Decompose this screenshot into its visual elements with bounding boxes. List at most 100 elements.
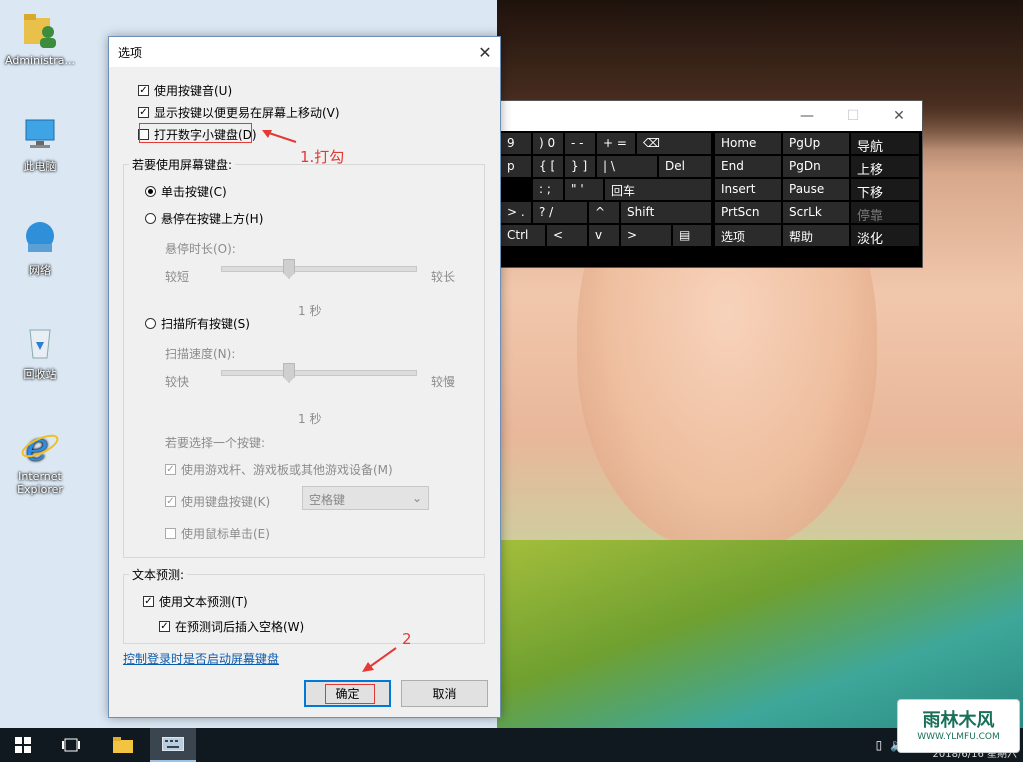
fast-label: 较快 [165, 375, 190, 389]
dialog-title-bar: 选项 ✕ [109, 37, 500, 67]
click-keys-radio[interactable]: 单击按键(C) [145, 183, 227, 200]
radio-label: 扫描所有按键(S) [161, 317, 250, 331]
desktop-icon-label: Administra... [5, 54, 75, 67]
short-label: 较短 [165, 270, 190, 284]
desktop-icon-this-pc[interactable]: 此电脑 [2, 114, 78, 174]
gamepad-checkbox: ✓ 使用游戏杆、游戏板或其他游戏设备(M) [165, 461, 393, 478]
options-key[interactable]: 选项 [715, 225, 781, 246]
annotation-step1: 1.打勾 [300, 148, 345, 166]
scan-speed-label: 扫描速度(N): [165, 347, 236, 361]
osk-key[interactable]: " ' [565, 179, 603, 200]
desktop-icon-network[interactable]: 网络 [2, 218, 78, 278]
keyboard-key-checkbox: ✓ 使用键盘按键(K) [165, 493, 270, 510]
pause-key[interactable]: Pause [783, 179, 849, 200]
hover-value: 1 秒 [298, 304, 322, 318]
pgup-key[interactable]: PgUp [783, 133, 849, 154]
osk-key[interactable]: p [501, 156, 531, 177]
cancel-button[interactable]: 取消 [401, 680, 488, 707]
osk-key[interactable]: > . [501, 202, 531, 223]
scrlk-key[interactable]: ScrLk [783, 202, 849, 223]
group-label: 文本预测: [129, 566, 188, 583]
annotation-step2: 2 [402, 630, 412, 648]
scan-value: 1 秒 [298, 412, 322, 426]
watermark-logo: 雨林木风 WWW.YLMFU.COM [897, 699, 1020, 753]
select-key-label: 若要选择一个按键: [165, 436, 266, 450]
keyboard-icon [162, 737, 184, 751]
radio-selected-icon [145, 186, 156, 197]
osk-taskbar-button[interactable] [150, 728, 196, 762]
delete-key[interactable]: Del [659, 156, 711, 177]
osk-key[interactable]: 9 [501, 133, 531, 154]
close-icon[interactable]: ✕ [470, 37, 500, 67]
use-key-sound-checkbox[interactable]: ✓ 使用按键音(U) [138, 82, 232, 99]
osk-key[interactable]: - - [565, 133, 595, 154]
select-value: 空格键 [309, 493, 346, 507]
long-label: 较长 [431, 270, 456, 284]
radio-label: 悬停在按键上方(H) [161, 212, 264, 226]
osk-key[interactable]: + = [597, 133, 635, 154]
checkbox-checked-icon: ✓ [138, 106, 149, 118]
osk-key[interactable]: : ; [533, 179, 563, 200]
shift-key[interactable]: Shift [621, 202, 711, 223]
backspace-key[interactable]: ⌫ [637, 133, 711, 154]
dialog-title: 选项 [118, 46, 143, 60]
checkbox-checked-icon: ✓ [143, 595, 154, 607]
scan-keys-radio[interactable]: 扫描所有按键(S) [145, 315, 250, 332]
minimize-button[interactable]: — [784, 101, 830, 131]
desktop-icon-recycle-bin[interactable]: 回收站 [2, 322, 78, 382]
usb-icon[interactable]: ▯ [876, 738, 883, 752]
home-key[interactable]: Home [715, 133, 781, 154]
checkbox-checked-icon: ✓ [165, 463, 176, 475]
desktop-icon-internet-explorer[interactable]: e Internet Explorer [2, 425, 78, 496]
osk-key[interactable]: ) 0 [533, 133, 563, 154]
maximize-button: ☐ [846, 108, 860, 124]
file-explorer-button[interactable] [100, 728, 146, 762]
insert-key[interactable]: Insert [715, 179, 781, 200]
left-arrow-key[interactable]: < [547, 225, 587, 246]
task-view-button[interactable] [48, 728, 94, 762]
keyboard-key-select: 空格键 ⌄ [302, 486, 429, 510]
move-down-key[interactable]: 下移 [851, 179, 919, 201]
startup-settings-link[interactable]: 控制登录时是否启动屏幕键盘 [123, 650, 279, 667]
checkbox-label: 显示按键以便更易在屏幕上移动(V) [154, 106, 340, 120]
osk-key[interactable]: | \ [597, 156, 657, 177]
recycle-bin-icon [20, 322, 60, 362]
up-arrow-key[interactable]: ^ [589, 202, 619, 223]
enter-key[interactable]: 回车 [605, 179, 711, 200]
internet-explorer-icon: e [20, 425, 60, 469]
group-label: 若要使用屏幕键盘: [129, 156, 236, 173]
osk-key[interactable]: { [ [533, 156, 563, 177]
ctrl-key[interactable]: Ctrl [501, 225, 545, 246]
scan-speed-slider [221, 370, 417, 376]
right-arrow-key[interactable]: > [621, 225, 671, 246]
checkbox-checked-icon: ✓ [159, 620, 170, 632]
osk-key[interactable]: ? / [533, 202, 587, 223]
prtscn-key[interactable]: PrtScn [715, 202, 781, 223]
checkbox-unchecked-icon [165, 528, 176, 539]
options-dialog: 选项 ✕ ✓ 使用按键音(U) ✓ 显示按键以便更易在屏幕上移动(V) 打开数字… [108, 36, 501, 718]
down-arrow-key[interactable]: v [589, 225, 619, 246]
use-text-prediction-checkbox[interactable]: ✓ 使用文本预测(T) [143, 593, 248, 610]
this-pc-icon [20, 114, 60, 154]
nav-key[interactable]: 导航 [851, 133, 919, 155]
desktop-icon-administrator[interactable]: Administra... [2, 10, 78, 67]
move-up-key[interactable]: 上移 [851, 156, 919, 178]
checkbox-label: 使用按键音(U) [154, 84, 233, 98]
menu-key[interactable]: ▤ [673, 225, 711, 246]
show-keys-checkbox[interactable]: ✓ 显示按键以便更易在屏幕上移动(V) [138, 104, 340, 121]
radio-label: 单击按键(C) [161, 185, 227, 199]
insert-space-checkbox[interactable]: ✓ 在预测词后插入空格(W) [159, 618, 304, 635]
help-key[interactable]: 帮助 [783, 225, 849, 246]
close-icon[interactable]: ✕ [876, 101, 922, 131]
network-icon [20, 218, 60, 258]
user-folder-icon [20, 10, 60, 50]
fade-key[interactable]: 淡化 [851, 225, 919, 247]
hover-keys-radio[interactable]: 悬停在按键上方(H) [145, 210, 263, 227]
desktop-icon-label: 网络 [29, 264, 51, 277]
osk-key[interactable]: } ] [565, 156, 595, 177]
start-button[interactable] [0, 728, 46, 762]
watermark-title: 雨林木风 [922, 710, 995, 731]
pgdn-key[interactable]: PgDn [783, 156, 849, 177]
end-key[interactable]: End [715, 156, 781, 177]
checkbox-checked-icon: ✓ [165, 495, 176, 507]
